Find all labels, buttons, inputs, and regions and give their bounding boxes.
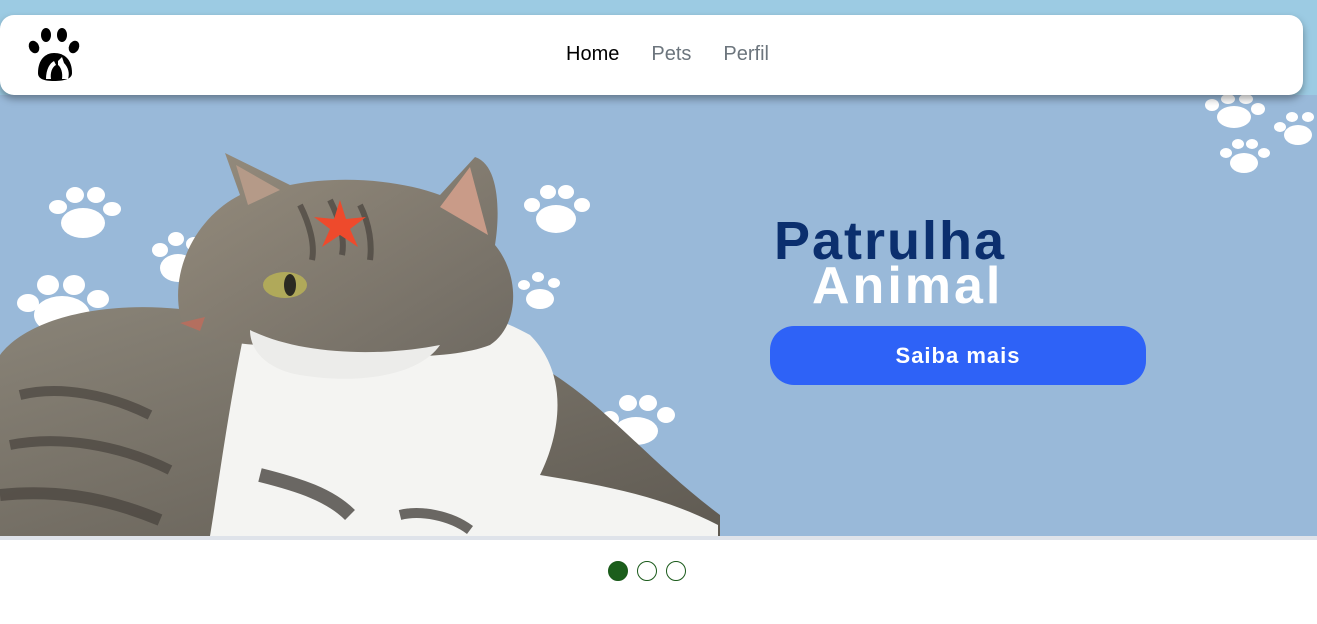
carousel-indicator-1[interactable] bbox=[608, 561, 628, 581]
nav-links: Home Pets Perfil bbox=[566, 43, 769, 66]
carousel-indicators bbox=[608, 561, 686, 581]
paw-print-icon bbox=[1274, 112, 1314, 145]
paw-print-icon bbox=[1205, 95, 1265, 128]
carousel-indicator-2[interactable] bbox=[637, 561, 657, 581]
hero-carousel-slide: Patrulha Animal Saiba mais bbox=[0, 95, 1317, 536]
saiba-mais-button[interactable]: Saiba mais bbox=[770, 326, 1146, 385]
carousel-divider bbox=[0, 536, 1317, 540]
paw-logo-icon[interactable] bbox=[24, 21, 86, 85]
navbar: Home Pets Perfil bbox=[0, 15, 1303, 95]
carousel-indicator-3[interactable] bbox=[666, 561, 686, 581]
hero-title-line2: Animal bbox=[812, 257, 1004, 315]
nav-link-perfil[interactable]: Perfil bbox=[723, 43, 769, 66]
cat-photo bbox=[0, 153, 720, 536]
nav-link-pets[interactable]: Pets bbox=[651, 43, 691, 66]
paw-print-icon bbox=[1220, 139, 1270, 173]
nav-link-home[interactable]: Home bbox=[566, 43, 619, 66]
